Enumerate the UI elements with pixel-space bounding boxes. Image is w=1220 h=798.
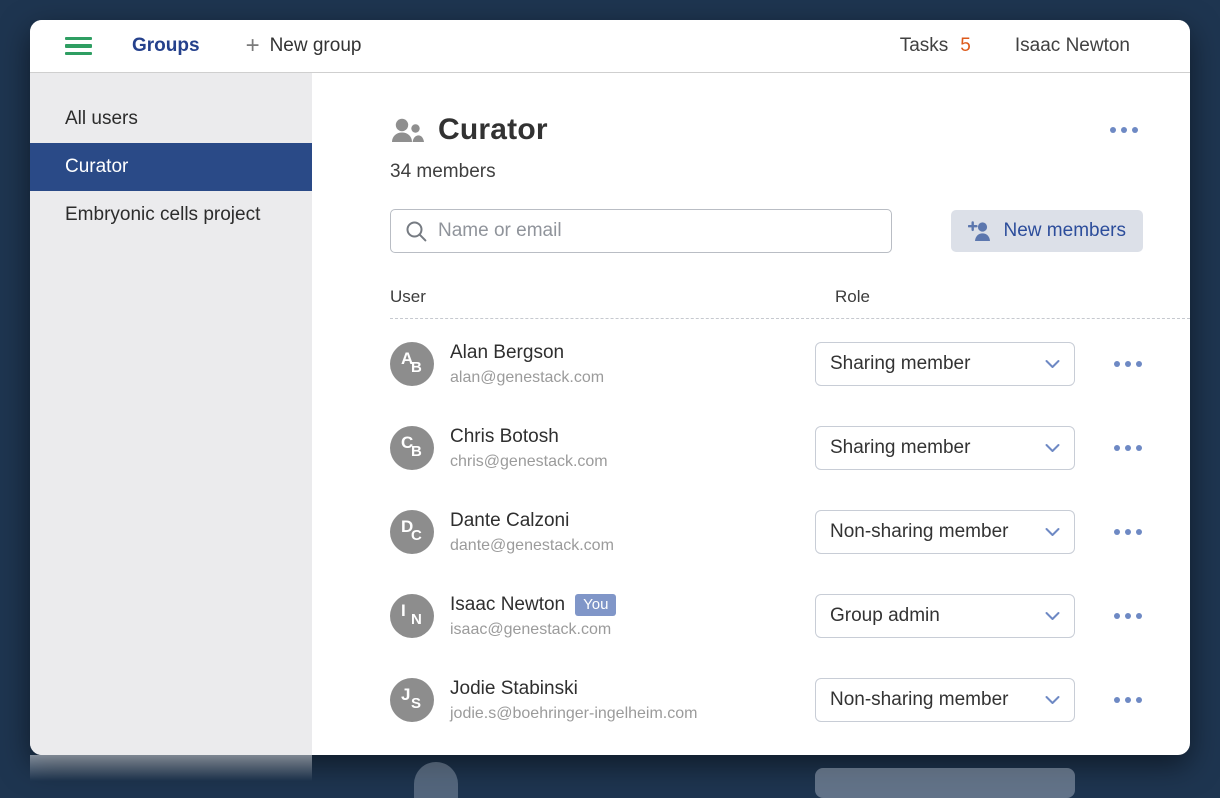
chevron-down-icon — [1045, 695, 1060, 705]
member-name: Alan Bergson — [450, 342, 564, 364]
member-email: alan@genestack.com — [450, 369, 604, 387]
sidebar-item-all-users[interactable]: All users — [30, 95, 312, 143]
table-row: J S Jodie Stabinski jodie.s@boehringer-i… — [390, 658, 1190, 742]
member-name: Isaac Newton — [450, 594, 565, 616]
member-name: Chris Botosh — [450, 426, 559, 448]
next-row-avatar-ghost — [414, 762, 458, 798]
avatar: J S — [390, 678, 434, 722]
avatar: I N — [390, 594, 434, 638]
avatar-initial: C — [411, 527, 422, 544]
you-badge: You — [575, 594, 616, 616]
group-actions-menu-icon[interactable] — [1108, 121, 1140, 139]
role-dropdown[interactable]: Non-sharing member — [815, 678, 1075, 722]
hamburger-menu-icon[interactable] — [65, 37, 92, 56]
table-row: D C Dante Calzoni dante@genestack.com No… — [390, 490, 1190, 574]
role-value: Sharing member — [830, 353, 970, 375]
role-value: Sharing member — [830, 437, 970, 459]
role-dropdown[interactable]: Sharing member — [815, 342, 1075, 386]
avatar-initial: S — [411, 695, 421, 712]
new-members-button[interactable]: New members — [951, 210, 1143, 252]
search-input[interactable] — [438, 220, 877, 242]
sidebar-item-curator[interactable]: Curator — [30, 143, 312, 191]
member-email: jodie.s@boehringer-ingelheim.com — [450, 705, 697, 723]
row-actions-menu-icon[interactable] — [1112, 691, 1144, 709]
plus-icon: + — [246, 34, 260, 58]
avatar-initial: J — [401, 685, 410, 705]
tasks-label: Tasks — [900, 35, 949, 57]
avatar: C B — [390, 426, 434, 470]
page-title: Curator — [438, 113, 548, 147]
column-header-role: Role — [815, 287, 1075, 307]
role-dropdown[interactable]: Group admin — [815, 594, 1075, 638]
member-email: chris@genestack.com — [450, 453, 608, 471]
avatar: A B — [390, 342, 434, 386]
chevron-down-icon — [1045, 443, 1060, 453]
members-count: 34 members — [390, 161, 1190, 183]
member-email: isaac@genestack.com — [450, 621, 616, 639]
role-dropdown[interactable]: Non-sharing member — [815, 510, 1075, 554]
member-name: Dante Calzoni — [450, 510, 569, 532]
new-group-button[interactable]: + New group — [246, 34, 362, 58]
role-value: Group admin — [830, 605, 940, 627]
sidebar: All users Curator Embryonic cells projec… — [30, 73, 312, 755]
row-actions-menu-icon[interactable] — [1112, 439, 1144, 457]
table-row: C B Chris Botosh chris@genestack.com Sha… — [390, 406, 1190, 490]
tasks-link[interactable]: Tasks 5 — [900, 35, 971, 57]
member-rows: A B Alan Bergson alan@genestack.com Shar… — [390, 322, 1190, 742]
new-group-label: New group — [270, 35, 362, 57]
row-actions-menu-icon[interactable] — [1112, 355, 1144, 373]
row-actions-menu-icon[interactable] — [1112, 523, 1144, 541]
member-email: dante@genestack.com — [450, 537, 614, 555]
avatar-initial: B — [411, 443, 422, 460]
role-value: Non-sharing member — [830, 689, 1008, 711]
sidebar-item-embryonic-cells-project[interactable]: Embryonic cells project — [30, 191, 312, 239]
chevron-down-icon — [1045, 611, 1060, 621]
table-row: I N Isaac Newton You isaac@genestack.com… — [390, 574, 1190, 658]
member-name: Jodie Stabinski — [450, 678, 578, 700]
avatar-initial: B — [411, 359, 422, 376]
group-detail-panel: Curator 34 members — [312, 73, 1190, 755]
avatar: D C — [390, 510, 434, 554]
row-actions-menu-icon[interactable] — [1112, 607, 1144, 625]
top-bar: Groups + New group Tasks 5 Isaac Newton — [30, 20, 1190, 73]
user-menu[interactable]: Isaac Newton — [1015, 35, 1130, 57]
sidebar-ghost — [30, 755, 312, 781]
chevron-down-icon — [1045, 359, 1060, 369]
group-people-icon — [390, 117, 424, 143]
avatar-initial: N — [411, 611, 422, 628]
avatar-initial: I — [401, 601, 406, 621]
table-row: A B Alan Bergson alan@genestack.com Shar… — [390, 322, 1190, 406]
nav-groups[interactable]: Groups — [132, 35, 200, 57]
members-table-header: User Role — [390, 287, 1190, 319]
search-icon — [405, 220, 428, 243]
next-row-role-ghost — [815, 768, 1075, 798]
add-person-icon — [968, 221, 994, 242]
tasks-count-badge: 5 — [960, 35, 971, 57]
member-search — [390, 209, 892, 253]
column-header-user: User — [390, 287, 815, 307]
new-members-label: New members — [1004, 220, 1126, 242]
groups-window: Groups + New group Tasks 5 Isaac Newton … — [30, 20, 1190, 755]
role-dropdown[interactable]: Sharing member — [815, 426, 1075, 470]
chevron-down-icon — [1045, 527, 1060, 537]
role-value: Non-sharing member — [830, 521, 1008, 543]
